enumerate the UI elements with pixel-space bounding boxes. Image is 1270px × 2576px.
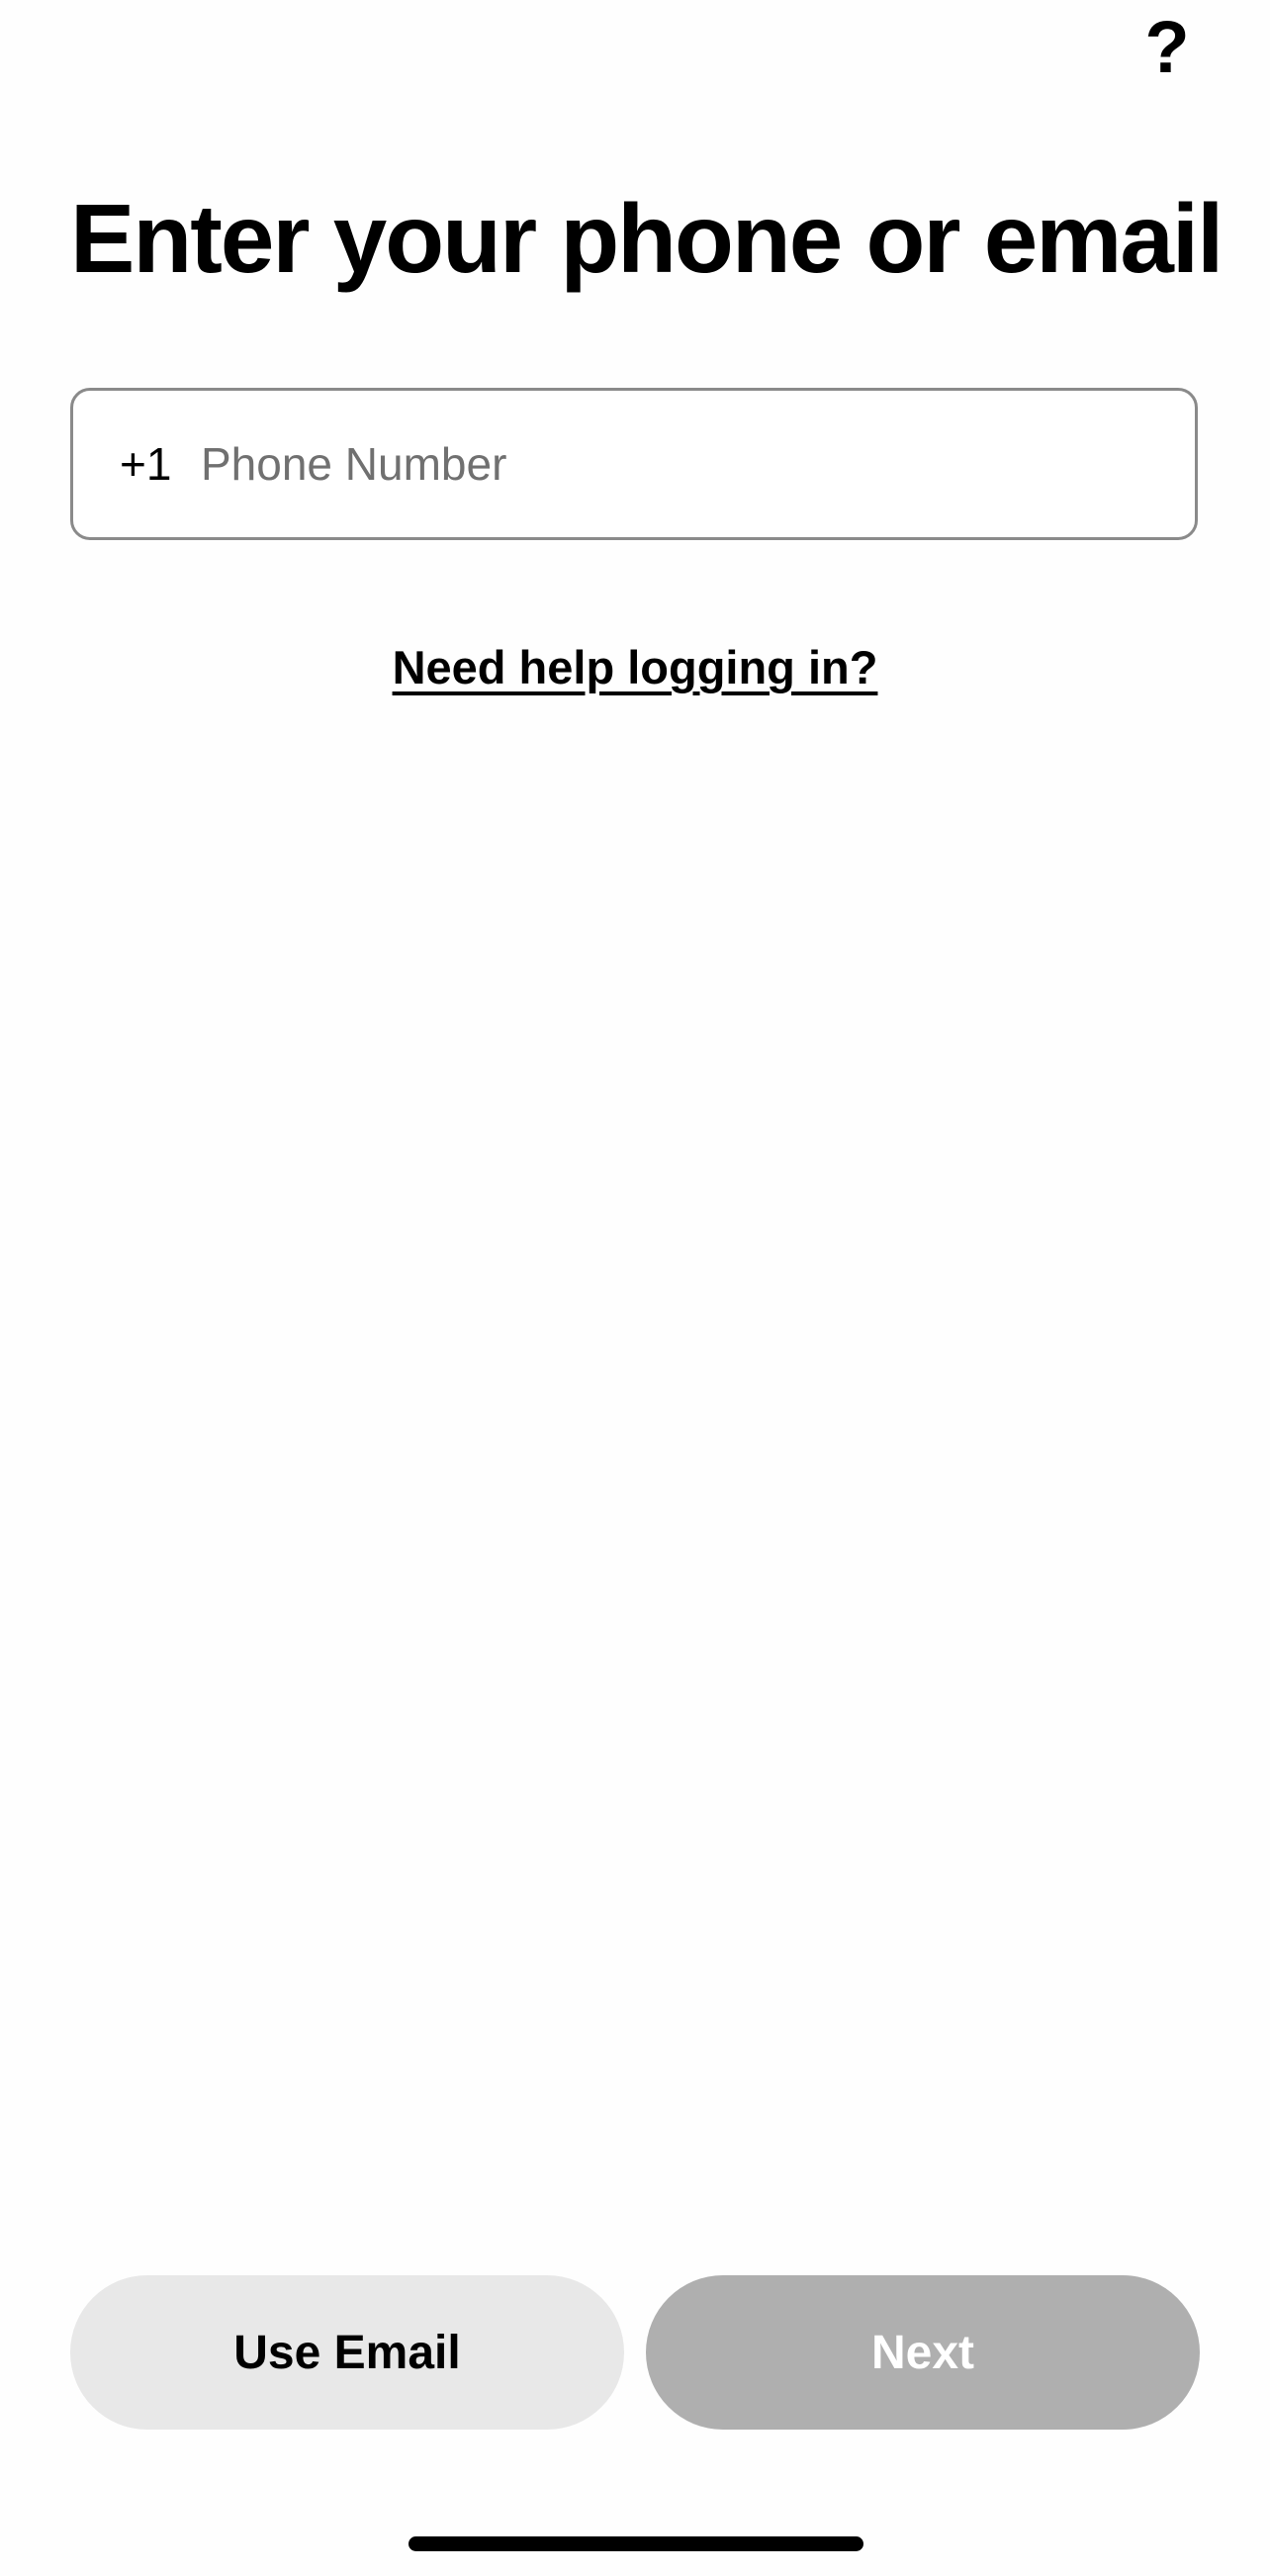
- page-title: Enter your phone or email: [70, 184, 1224, 293]
- question-mark-icon[interactable]: ?: [1137, 8, 1197, 87]
- use-email-button[interactable]: Use Email: [70, 2275, 624, 2430]
- country-code[interactable]: +1: [120, 437, 175, 491]
- need-help-logging-in-link[interactable]: Need help logging in?: [0, 638, 1270, 697]
- phone-number-field[interactable]: +1: [70, 388, 1198, 540]
- home-indicator: [408, 2536, 863, 2551]
- next-button[interactable]: Next: [646, 2275, 1200, 2430]
- phone-number-input[interactable]: [201, 424, 1195, 504]
